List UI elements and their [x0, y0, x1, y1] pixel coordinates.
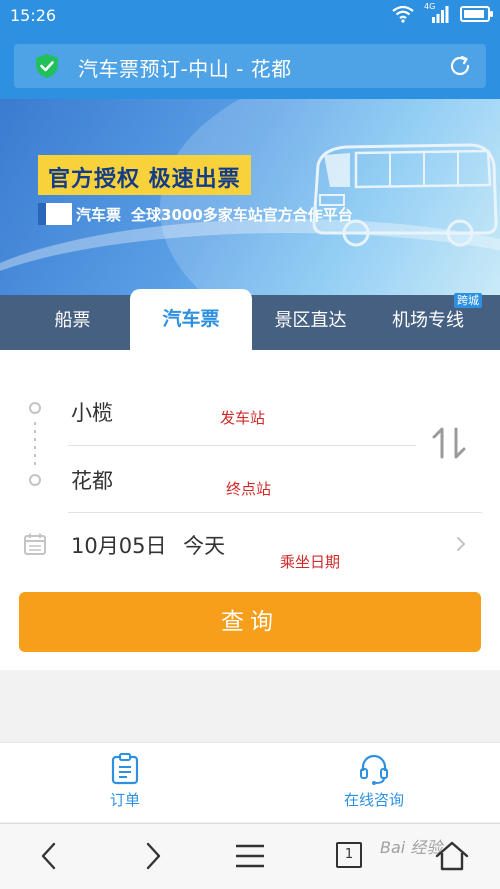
route-indicator — [29, 402, 41, 486]
shield-check-icon — [36, 54, 58, 78]
banner-headline: 官方授权 极速出票 — [38, 155, 251, 195]
page-title: 汽车票预订-中山 - 花都 — [78, 57, 292, 81]
chevron-right-icon[interactable] — [455, 536, 467, 552]
online-consult-label: 在线咨询 — [343, 791, 404, 809]
arrival-station[interactable]: 花都 — [71, 465, 113, 495]
cross-city-badge: 跨城 — [454, 293, 482, 308]
category-tabs: 船票 汽车票 景区直达 机场专线 跨城 — [0, 289, 500, 350]
status-icons: 4G — [392, 2, 493, 23]
tab-bus[interactable]: 汽车票 — [130, 289, 252, 350]
back-icon[interactable] — [30, 838, 70, 874]
browser-header: 15:26 4G 汽车票预订-中山 - 花都 — [0, 0, 500, 99]
headset-icon — [360, 754, 388, 785]
tab-label: 景区直达 — [274, 310, 347, 331]
tab-airport[interactable]: 机场专线 跨城 — [378, 293, 482, 350]
tab-label: 船票 — [54, 310, 91, 331]
promo-banner[interactable]: 官方授权 极速出票 汽车票 全球3000多家车站官方合作平台 — [0, 99, 500, 295]
status-bar: 15:26 4G — [0, 0, 500, 32]
orders-nav-item[interactable]: 订单 — [65, 753, 185, 810]
brand-logo — [38, 203, 72, 225]
ticket-search-form: 小榄 发车站 花都 终点站 10月05日 今天 乘坐日期 查询 — [0, 350, 500, 670]
date-annotation: 乘坐日期 — [280, 553, 341, 571]
travel-date: 10月05日 — [71, 534, 167, 558]
forward-icon[interactable] — [132, 838, 172, 874]
tab-label: 汽车票 — [162, 308, 220, 330]
signal-icon: 4G — [424, 2, 450, 23]
online-consult-nav-item[interactable]: 在线咨询 — [314, 753, 434, 810]
orders-label: 订单 — [109, 791, 140, 809]
menu-icon[interactable] — [230, 838, 270, 874]
address-bar[interactable]: 汽车票预订-中山 - 花都 — [14, 44, 486, 88]
tab-scenic[interactable]: 景区直达 — [258, 295, 363, 350]
travel-date-field[interactable]: 10月05日 今天 — [71, 530, 225, 560]
banner-brand: 汽车票 — [76, 205, 122, 224]
arrival-annotation: 终点站 — [226, 480, 272, 498]
tab-count-button[interactable]: 1 — [336, 842, 362, 868]
app-bottom-nav: 订单 在线咨询 — [0, 742, 500, 822]
status-time: 15:26 — [10, 6, 57, 25]
search-button[interactable]: 查询 — [19, 592, 481, 652]
departure-annotation: 发车站 — [220, 409, 266, 427]
home-icon[interactable] — [432, 838, 472, 874]
wifi-icon — [392, 5, 414, 23]
battery-icon — [460, 6, 493, 22]
departure-station[interactable]: 小榄 — [71, 397, 113, 427]
swap-stations-icon[interactable] — [430, 425, 468, 461]
browser-toolbar: 1 Bai 经验 — [0, 823, 500, 889]
tab-label: 机场专线 — [392, 310, 464, 331]
travel-day-label: 今天 — [183, 534, 226, 558]
calendar-icon — [24, 533, 46, 555]
refresh-icon[interactable] — [448, 54, 472, 78]
bus-icon — [312, 143, 498, 247]
tab-ferry[interactable]: 船票 — [20, 295, 125, 350]
clipboard-icon — [111, 753, 139, 785]
